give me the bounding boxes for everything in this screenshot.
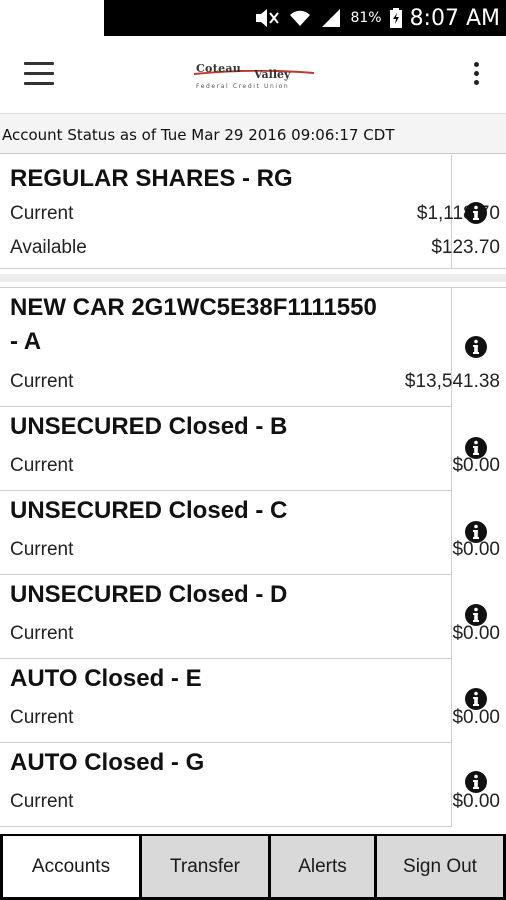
- more-vert-icon[interactable]: [472, 62, 480, 88]
- balance-row: Current $0.00: [10, 455, 500, 483]
- logo-text-2: Valley: [254, 68, 291, 81]
- section-separator: [0, 268, 506, 288]
- balance-label: Current: [10, 791, 74, 812]
- status-bar-blank: [0, 0, 104, 36]
- account-card-regular-shares[interactable]: REGULAR SHARES - RG Current $1,118.70 Av…: [0, 155, 506, 268]
- bottom-tab-bar: Accounts Transfer Alerts Sign Out: [0, 834, 506, 900]
- signal-icon: [320, 8, 342, 28]
- account-status-bar: Account Status as of Tue Mar 29 2016 09:…: [0, 114, 506, 154]
- row-divider: [0, 826, 452, 827]
- battery-icon: [389, 8, 402, 28]
- account-title-line2: - A: [10, 328, 42, 355]
- tab-sign-out[interactable]: Sign Out: [377, 836, 503, 897]
- balance-label: Current: [10, 203, 74, 224]
- info-circle-icon[interactable]: [464, 687, 488, 711]
- balance-row: Current $1,118.70: [10, 203, 500, 231]
- balance-label: Current: [10, 707, 74, 728]
- account-title: NEW CAR 2G1WC5E38F1111550: [10, 294, 377, 321]
- status-bar-right: 81% 8:07 AM: [254, 0, 500, 36]
- balance-row: Current $13,541.38: [10, 371, 500, 399]
- tab-transfer[interactable]: Transfer: [142, 836, 268, 897]
- balance-row: Current $0.00: [10, 539, 500, 567]
- balance-label: Current: [10, 539, 74, 560]
- account-card-auto-g[interactable]: AUTO Closed - G Current $0.00: [0, 743, 506, 826]
- balance-amount: $13,541.38: [404, 371, 500, 392]
- account-title: AUTO Closed - G: [10, 749, 205, 776]
- app-bar: Coteau Valley Federal Credit Union: [0, 36, 506, 114]
- account-status-text: Account Status as of Tue Mar 29 2016 09:…: [2, 126, 395, 144]
- credit-union-logo: Coteau Valley Federal Credit Union: [190, 56, 320, 96]
- hamburger-menu-icon[interactable]: [24, 62, 54, 86]
- balance-row: Current $0.00: [10, 791, 500, 819]
- account-card-unsecured-c[interactable]: UNSECURED Closed - C Current $0.00: [0, 491, 506, 574]
- balance-label: Current: [10, 371, 74, 392]
- info-circle-icon[interactable]: [464, 201, 488, 225]
- balance-row: Current $0.00: [10, 623, 500, 651]
- account-card-unsecured-d[interactable]: UNSECURED Closed - D Current $0.00: [0, 575, 506, 658]
- tab-alerts[interactable]: Alerts: [271, 836, 374, 897]
- account-title: UNSECURED Closed - C: [10, 497, 288, 524]
- balance-label: Current: [10, 623, 74, 644]
- balance-label: Current: [10, 455, 74, 476]
- info-circle-icon[interactable]: [464, 520, 488, 544]
- battery-percent: 81%: [350, 10, 382, 26]
- balance-row: Current $0.00: [10, 707, 500, 735]
- account-title: REGULAR SHARES - RG: [10, 165, 293, 192]
- wifi-icon: [288, 8, 312, 28]
- balance-amount: $0.00: [452, 791, 500, 812]
- account-title: UNSECURED Closed - D: [10, 581, 288, 608]
- tab-accounts[interactable]: Accounts: [3, 836, 139, 897]
- info-circle-icon[interactable]: [464, 335, 488, 359]
- balance-amount: $123.70: [431, 237, 500, 258]
- status-bar: 81% 8:07 AM: [0, 0, 506, 36]
- info-circle-icon[interactable]: [464, 770, 488, 794]
- info-circle-icon[interactable]: [464, 603, 488, 627]
- balance-row: Available $123.70: [10, 237, 500, 265]
- logo-text-1: Coteau: [196, 62, 242, 75]
- account-title: AUTO Closed - E: [10, 665, 202, 692]
- clock: 8:07 AM: [409, 5, 500, 31]
- account-title: UNSECURED Closed - B: [10, 413, 288, 440]
- balance-label: Available: [10, 237, 87, 258]
- logo-subtitle: Federal Credit Union: [196, 83, 290, 90]
- mute-icon: [254, 8, 280, 28]
- info-circle-icon[interactable]: [464, 436, 488, 460]
- account-card-unsecured-b[interactable]: UNSECURED Closed - B Current $0.00: [0, 407, 506, 490]
- account-card-auto-e[interactable]: AUTO Closed - E Current $0.00: [0, 659, 506, 742]
- account-card-new-car[interactable]: NEW CAR 2G1WC5E38F1111550 - A Current $1…: [0, 288, 506, 406]
